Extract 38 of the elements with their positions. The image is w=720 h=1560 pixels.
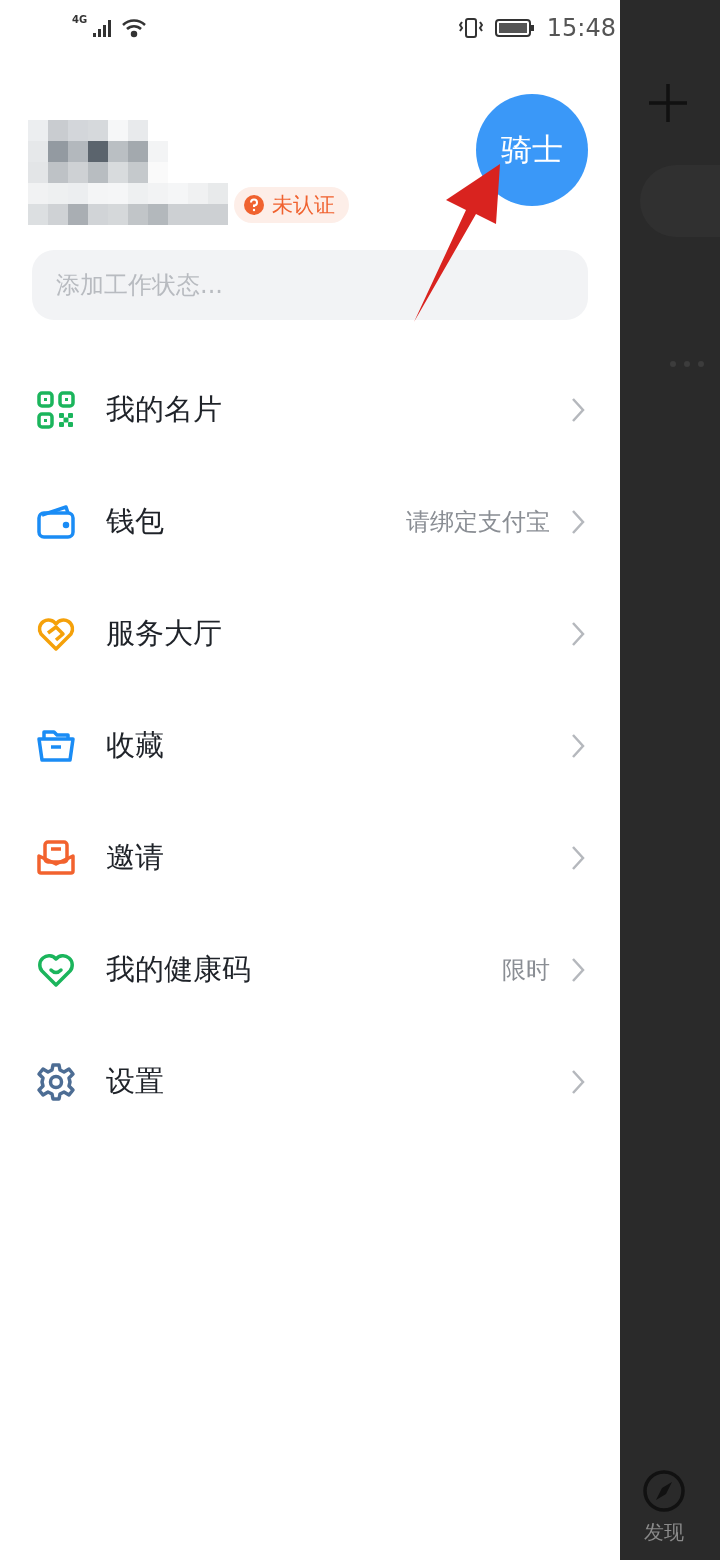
- menu-item[interactable]: 我的名片: [0, 354, 620, 466]
- menu-item[interactable]: 钱包 请绑定支付宝: [0, 466, 620, 578]
- menu-label: 服务大厅: [106, 615, 222, 652]
- clock-time: 15:48: [546, 14, 616, 42]
- chevron-icon: [570, 508, 586, 536]
- settings-icon: [36, 1062, 76, 1102]
- status-input-field[interactable]: 添加工作状态...: [32, 250, 588, 320]
- chevron-icon: [570, 844, 586, 872]
- chevron-icon: [570, 956, 586, 984]
- menu-hint: 限时: [502, 955, 550, 986]
- menu-label: 收藏: [106, 727, 164, 764]
- chevron-icon: [570, 620, 586, 648]
- menu-label: 我的名片: [106, 391, 222, 428]
- badge-label: 未认证: [272, 191, 335, 219]
- wifi-icon: [121, 18, 148, 38]
- question-icon: [244, 194, 264, 215]
- menu-item[interactable]: 服务大厅: [0, 578, 620, 690]
- menu-item[interactable]: 收藏: [0, 690, 620, 802]
- network-label: 4G: [72, 14, 88, 25]
- menu-hint: 请绑定支付宝: [406, 507, 550, 538]
- menu-label: 钱包: [106, 503, 164, 540]
- menu-label: 设置: [106, 1063, 164, 1100]
- menu-item[interactable]: 我的健康码 限时: [0, 914, 620, 1026]
- menu-item[interactable]: 设置: [0, 1026, 620, 1138]
- envelope-icon: [36, 838, 76, 878]
- qr-code-icon: [36, 390, 76, 430]
- chevron-icon: [570, 1068, 586, 1096]
- nav-label[interactable]: 发现: [644, 1519, 684, 1546]
- chevron-icon: [570, 396, 586, 424]
- compass-icon[interactable]: [642, 1469, 686, 1513]
- chevron-icon: [570, 732, 586, 760]
- menu-label: 我的健康码: [106, 951, 251, 988]
- plus-icon[interactable]: [648, 83, 688, 123]
- menu-label: 邀请: [106, 839, 164, 876]
- vibrate-icon: [458, 17, 483, 39]
- menu-item[interactable]: 邀请: [0, 802, 620, 914]
- wallet-icon: [36, 502, 76, 542]
- battery-icon: [494, 18, 535, 38]
